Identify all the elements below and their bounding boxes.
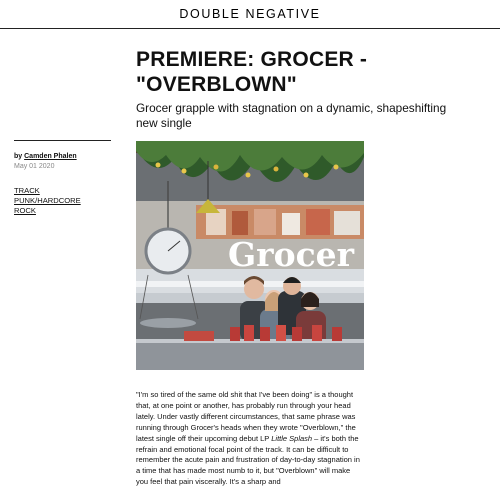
- byline: by Camden Phalen: [14, 152, 114, 161]
- hero-band-name: Grocer: [228, 235, 355, 274]
- tag-link-rock[interactable]: ROCK: [14, 206, 114, 216]
- hero-image: Grocer: [136, 141, 364, 370]
- article-title: PREMIERE: GROCER - "OVERBLOWN": [136, 48, 368, 96]
- sidebar-divider: [14, 140, 111, 141]
- tag-list: TRACK PUNK/HARDCORE ROCK: [14, 186, 114, 216]
- byline-prefix: by: [14, 153, 23, 160]
- hero-photo-illustration: Grocer: [136, 141, 364, 370]
- article-subtitle: Grocer grapple with stagnation on a dyna…: [136, 101, 447, 130]
- site-header: DOUBLE NEGATIVE: [0, 0, 500, 29]
- site-logo[interactable]: DOUBLE NEGATIVE: [179, 7, 320, 21]
- publish-date: May 01 2020: [14, 163, 55, 170]
- article-sidebar: by Camden Phalen May 01 2020 TRACK PUNK/…: [14, 140, 114, 216]
- album-title: Little Splash: [271, 433, 313, 443]
- article-body-paragraph: "I'm so tired of the same old shit that …: [136, 390, 364, 488]
- tag-link-punk-hardcore[interactable]: PUNK/HARDCORE: [14, 196, 114, 206]
- author-link[interactable]: Camden Phalen: [24, 153, 77, 160]
- tag-link-track[interactable]: TRACK: [14, 186, 114, 196]
